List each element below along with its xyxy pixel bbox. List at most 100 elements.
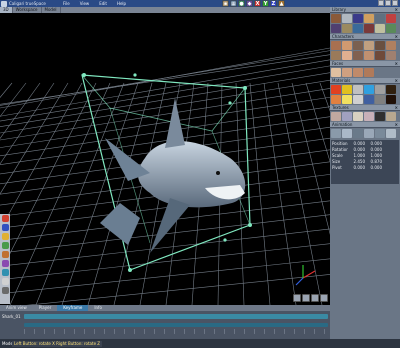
library-swatch[interactable] — [353, 51, 363, 60]
grid-icon[interactable]: ▦ — [230, 0, 237, 7]
library-swatch[interactable] — [342, 51, 352, 60]
library-swatch[interactable] — [386, 41, 396, 50]
subtrack-bar[interactable] — [24, 323, 328, 327]
library-swatch[interactable] — [342, 129, 352, 138]
view-menu-icon[interactable] — [320, 294, 328, 302]
zoom-icon[interactable] — [293, 294, 301, 302]
library-swatch[interactable] — [375, 112, 385, 121]
library-swatch[interactable] — [364, 95, 374, 104]
library-swatch[interactable] — [364, 85, 374, 94]
library-swatch[interactable] — [331, 112, 341, 121]
property-value[interactable]: 0.000 — [348, 147, 365, 152]
object-tool-icon[interactable] — [1, 215, 9, 222]
panel-close-icon[interactable]: × — [395, 122, 398, 127]
library-swatch[interactable] — [375, 85, 385, 94]
library-swatch[interactable] — [375, 14, 385, 23]
property-value[interactable]: 0.000 — [365, 141, 382, 146]
property-value[interactable]: 0.000 — [348, 165, 365, 170]
library-swatch[interactable] — [342, 85, 352, 94]
library-swatch[interactable] — [375, 41, 385, 50]
material-tool-icon[interactable] — [1, 260, 9, 267]
menu-item[interactable]: File — [63, 1, 70, 6]
frame-ruler[interactable] — [24, 329, 328, 334]
library-swatch[interactable] — [331, 129, 341, 138]
library-swatch[interactable] — [353, 68, 363, 77]
panel-close-icon[interactable]: × — [395, 105, 398, 110]
library-swatch[interactable] — [331, 85, 341, 94]
timeline-track[interactable]: Shark_01 — [0, 313, 330, 320]
track-bar[interactable] — [24, 314, 328, 319]
library-swatch[interactable] — [364, 68, 374, 77]
library-swatch[interactable] — [353, 24, 363, 33]
library-swatch[interactable] — [364, 14, 374, 23]
library-swatch[interactable] — [331, 14, 341, 23]
property-value[interactable]: 1.000 — [365, 153, 382, 158]
property-value[interactable]: 0.000 — [365, 165, 382, 170]
close-icon[interactable] — [392, 0, 398, 6]
orbit-icon[interactable] — [311, 294, 319, 302]
property-value[interactable]: 2.450 — [348, 159, 365, 164]
timeline-tab[interactable]: Player — [33, 305, 57, 311]
timeline-subtrack[interactable] — [0, 322, 330, 328]
menu-item[interactable]: Edit — [99, 1, 107, 6]
library-swatch[interactable] — [331, 24, 341, 33]
light-icon[interactable]: ▲ — [278, 0, 285, 7]
library-swatch[interactable] — [353, 41, 363, 50]
3d-viewport[interactable] — [0, 13, 330, 305]
library-swatch[interactable] — [364, 112, 374, 121]
library-swatch[interactable] — [331, 51, 341, 60]
pan-icon[interactable] — [302, 294, 310, 302]
property-value[interactable]: 0.000 — [348, 141, 365, 146]
library-swatch[interactable] — [386, 112, 396, 121]
library-swatch[interactable] — [364, 129, 374, 138]
panel-close-icon[interactable]: × — [395, 34, 398, 39]
maximize-icon[interactable] — [385, 0, 391, 6]
move-tool-icon[interactable] — [1, 224, 9, 231]
library-swatch[interactable] — [375, 51, 385, 60]
panel-close-icon[interactable]: × — [395, 78, 398, 83]
library-swatch[interactable] — [386, 24, 396, 33]
library-swatch[interactable] — [353, 95, 363, 104]
library-swatch[interactable] — [386, 95, 396, 104]
library-swatch[interactable] — [375, 24, 385, 33]
library-swatch[interactable] — [342, 95, 352, 104]
timeline-tab[interactable]: Keyframe — [57, 305, 89, 311]
sphere-icon[interactable]: ● — [238, 0, 245, 7]
library-swatch[interactable] — [331, 41, 341, 50]
library-swatch[interactable] — [353, 85, 363, 94]
library-swatch[interactable] — [331, 95, 341, 104]
y-axis-icon[interactable]: Y — [262, 0, 269, 7]
timeline-tab[interactable]: Anim view — [0, 305, 33, 311]
library-swatch[interactable] — [386, 85, 396, 94]
library-swatch[interactable] — [375, 129, 385, 138]
menu-item[interactable]: Help — [117, 1, 126, 6]
camera-tool-icon[interactable] — [1, 269, 9, 276]
library-swatch[interactable] — [331, 68, 341, 77]
property-value[interactable]: 1.000 — [348, 153, 365, 158]
library-swatch[interactable] — [342, 14, 352, 23]
library-swatch[interactable] — [342, 24, 352, 33]
minimize-icon[interactable] — [378, 0, 384, 6]
library-swatch[interactable] — [342, 68, 352, 77]
scene-canvas[interactable] — [0, 13, 330, 305]
timeline-tab[interactable]: Info — [88, 305, 108, 311]
library-swatch[interactable] — [353, 14, 363, 23]
library-swatch[interactable] — [386, 14, 396, 23]
z-axis-icon[interactable]: Z — [270, 0, 277, 7]
render-icon[interactable]: ▣ — [222, 0, 229, 7]
paint-tool-icon[interactable] — [1, 242, 9, 249]
property-value[interactable]: 0.000 — [365, 147, 382, 152]
library-swatch[interactable] — [386, 51, 396, 60]
deform-tool-icon[interactable] — [1, 251, 9, 258]
library-swatch[interactable] — [386, 129, 396, 138]
library-swatch[interactable] — [342, 41, 352, 50]
erase-tool-icon[interactable] — [1, 287, 9, 294]
material-icon[interactable]: ◆ — [246, 0, 253, 7]
x-axis-icon[interactable]: X — [254, 0, 261, 7]
library-swatch[interactable] — [353, 112, 363, 121]
library-swatch[interactable] — [364, 41, 374, 50]
library-swatch[interactable] — [342, 112, 352, 121]
property-value[interactable]: 0.870 — [365, 159, 382, 164]
library-swatch[interactable] — [364, 51, 374, 60]
menu-item[interactable]: View — [80, 1, 90, 6]
